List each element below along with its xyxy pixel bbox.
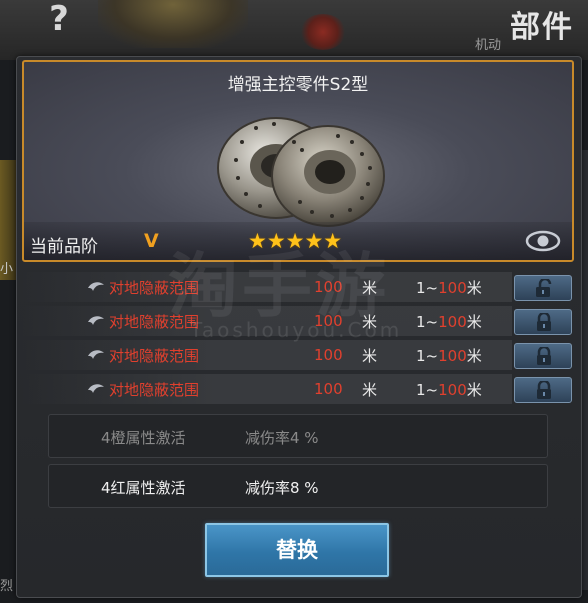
wind-icon [88,316,104,325]
wind-icon [88,350,104,359]
attribute-range: 1~100米 [416,347,482,365]
watermark: 淘手游 [168,245,390,327]
brake-disc-icon [217,117,385,227]
lock-button[interactable] [514,377,572,403]
faction-emblem-icon [300,14,346,50]
attribute-name: 对地隐蔽范围 [109,347,200,365]
eye-icon[interactable] [524,226,562,256]
bonus-name: 4红属性激活 [101,479,186,497]
lock-button[interactable] [514,309,572,335]
lock-button[interactable] [514,343,572,369]
attribute-unit: 米 [362,381,378,399]
attribute-value: 100 [314,346,343,364]
replace-button[interactable]: 替换 [205,523,389,577]
bonus-name: 4橙属性激活 [101,429,186,447]
attribute-range: 1~100米 [416,313,482,331]
attribute-name: 对地隐蔽范围 [109,381,200,399]
page-title: 部件 [510,10,574,45]
help-button[interactable]: ? [40,0,78,38]
set-bonus-orange: 4橙属性激活 减伤率4 % [48,414,548,458]
watermark-url: Taoshouyou.Com [190,318,403,342]
attribute-unit: 米 [362,347,378,365]
attribute-row: 对地隐蔽范围 100 米 1~100米 [22,374,512,404]
attribute-range: 1~100米 [416,381,482,399]
unlock-button[interactable] [514,275,572,301]
background-side-label: 小 [0,262,14,277]
item-name: 增强主控零件S2型 [227,75,369,95]
padlock-icon [537,313,551,331]
bonus-value: 减伤率4 % [245,429,319,447]
wind-icon [88,384,104,393]
unlocked-padlock-icon [536,279,552,297]
attribute-range: 1~100米 [416,279,482,297]
page-subtitle: 机动 [475,38,502,53]
set-bonus-red: 4红属性激活 减伤率8 % [48,464,548,508]
attribute-row: 对地隐蔽范围 100 米 1~100米 [22,340,512,370]
rank-emblem-icon [98,0,248,48]
attribute-value: 100 [314,380,343,398]
padlock-icon [537,347,551,365]
padlock-icon [537,381,551,399]
grade-label: 当前品阶 [30,237,98,257]
grade-value: V [144,230,159,252]
wind-icon [88,282,104,291]
background-side-label: 烈 [0,579,14,594]
bonus-value: 减伤率8 % [245,479,319,497]
